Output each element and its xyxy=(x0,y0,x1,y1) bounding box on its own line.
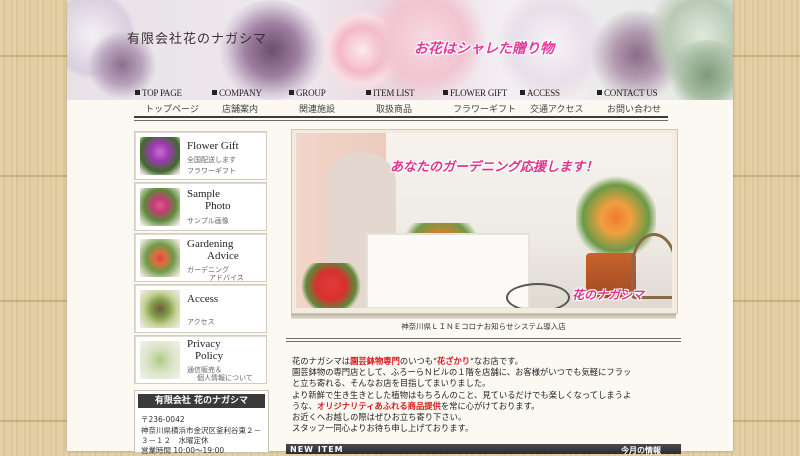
nav-item-list[interactable]: ITEM LIST 取扱商品 xyxy=(366,86,436,116)
sidebar-item-sub: アドバイス xyxy=(209,274,244,282)
company-info-box: 有限会社 花のナガシマ 〒236-0042 神奈川県横浜市金沢区釜利谷東２－ ３… xyxy=(134,390,269,455)
nav-jp-label: 関連施設 xyxy=(299,105,336,115)
nav-jp-label: お問い合わせ xyxy=(607,105,662,115)
nav-flower-gift[interactable]: FLOWER GIFT フラワーギフト xyxy=(443,86,517,116)
sidebar-item-title: Sample xyxy=(187,188,220,200)
nav-divider xyxy=(134,116,668,118)
sidebar-flower-gift-button[interactable]: Flower Gift 全国配送します フラワーギフト xyxy=(134,131,267,180)
company-info-heading: 有限会社 花のナガシマ xyxy=(138,394,265,408)
new-item-bar: NEW ITEM 今月の情報 xyxy=(286,444,681,455)
sidebar-gardening-advice-button[interactable]: Gardening Advice ガーデニング アドバイス xyxy=(134,233,267,282)
sidebar-item-title: Advice xyxy=(207,250,239,262)
content-divider xyxy=(286,338,681,339)
square-bullet-icon xyxy=(597,90,602,95)
hero-shadow xyxy=(291,314,676,319)
nav-contact-us[interactable]: CONTACT US お問い合わせ xyxy=(597,86,667,116)
nav-access[interactable]: ACCESS 交通アクセス xyxy=(520,86,590,116)
sidebar-item-sub: フラワーギフト xyxy=(187,167,236,175)
sidebar-item-title: Privacy xyxy=(187,338,221,350)
content-divider xyxy=(286,341,681,342)
square-bullet-icon xyxy=(135,90,140,95)
postal-code: 〒236-0042 xyxy=(141,415,185,424)
new-item-label: NEW ITEM xyxy=(290,445,344,454)
line-notice: 神奈川県ＬＩＮＥコロナお知らせシステム導入店 xyxy=(401,322,566,331)
sidebar-item-sub: サンプル画像 xyxy=(187,217,229,225)
nav-jp-label: 交通アクセス xyxy=(530,105,584,115)
sidebar-sample-photo-button[interactable]: Sample Photo サンプル画像 xyxy=(134,182,267,231)
hero-logo: 花のナガシマ xyxy=(572,288,645,302)
square-bullet-icon xyxy=(366,90,371,95)
nav-company[interactable]: COMPANY 店舗案内 xyxy=(212,86,282,116)
company-name: 有限会社花のナガシマ xyxy=(127,32,268,47)
nav-jp-label: 店舗案内 xyxy=(222,105,259,115)
nav-en-label: COMPANY xyxy=(219,88,262,98)
highlight-text: オリジナリティあふれる商品提供 xyxy=(316,400,441,411)
nav-en-label: FLOWER GIFT xyxy=(450,88,508,98)
nav-divider xyxy=(134,120,668,121)
hero-title: あなたのガーデニング応援します！ xyxy=(390,160,599,175)
nav-en-label: ITEM LIST xyxy=(373,88,415,98)
sidebar-access-button[interactable]: Access アクセス xyxy=(134,284,267,333)
privacy-thumbnail xyxy=(140,341,180,379)
sidebar-item-title: Access xyxy=(187,293,219,305)
nav-jp-label: フラワーギフト xyxy=(453,105,517,115)
nav-en-label: CONTACT US xyxy=(604,88,658,98)
nav-jp-label: トップページ xyxy=(145,105,199,115)
header-banner: 有限会社花のナガシマ お花はシャレた贈り物 xyxy=(67,0,733,100)
sidebar-item-title: Photo xyxy=(205,200,231,212)
nav-group[interactable]: GROUP 関連施設 xyxy=(289,86,359,116)
nav-top-page[interactable]: TOP PAGE トップページ xyxy=(135,86,205,116)
sidebar-item-title: Policy xyxy=(195,350,224,362)
square-bullet-icon xyxy=(520,90,525,95)
sample-photo-thumbnail xyxy=(140,188,180,226)
nav-en-label: TOP PAGE xyxy=(142,88,182,98)
hero-image: あなたのガーデニング応援します！ 花のナガシマ xyxy=(296,133,672,308)
highlight-text: 園芸鉢物専門 xyxy=(350,356,400,366)
main-nav: TOP PAGE トップページ COMPANY 店舗案内 GROUP 関連施設 … xyxy=(67,86,733,118)
header-tagline: お花はシャレた贈り物 xyxy=(414,41,554,57)
sidebar-item-title: Gardening xyxy=(187,238,234,250)
highlight-text: 花ざかり xyxy=(436,356,471,366)
square-bullet-icon xyxy=(212,90,217,95)
sidebar-item-sub: 全国配送します xyxy=(187,156,236,164)
sidebar-item-sub: アクセス xyxy=(187,318,215,326)
square-bullet-icon xyxy=(443,90,448,95)
sidebar-privacy-policy-button[interactable]: Privacy Policy 通信販売＆ 個人情報について xyxy=(134,335,267,384)
square-bullet-icon xyxy=(289,90,294,95)
nav-jp-label: 取扱商品 xyxy=(376,105,413,115)
intro-text: 花のナガシマは園芸鉢物専門のいつも"花ざかり"なお店です。 園芸鉢物の専門店とし… xyxy=(292,356,632,434)
sidebar-item-sub: 個人情報について xyxy=(197,374,253,382)
nav-en-label: GROUP xyxy=(296,88,326,98)
nav-en-label: ACCESS xyxy=(527,88,560,98)
flower-gift-thumbnail xyxy=(140,137,180,175)
gardening-thumbnail xyxy=(140,239,180,277)
access-thumbnail xyxy=(140,290,180,328)
sidebar-item-title: Flower Gift xyxy=(187,140,239,152)
